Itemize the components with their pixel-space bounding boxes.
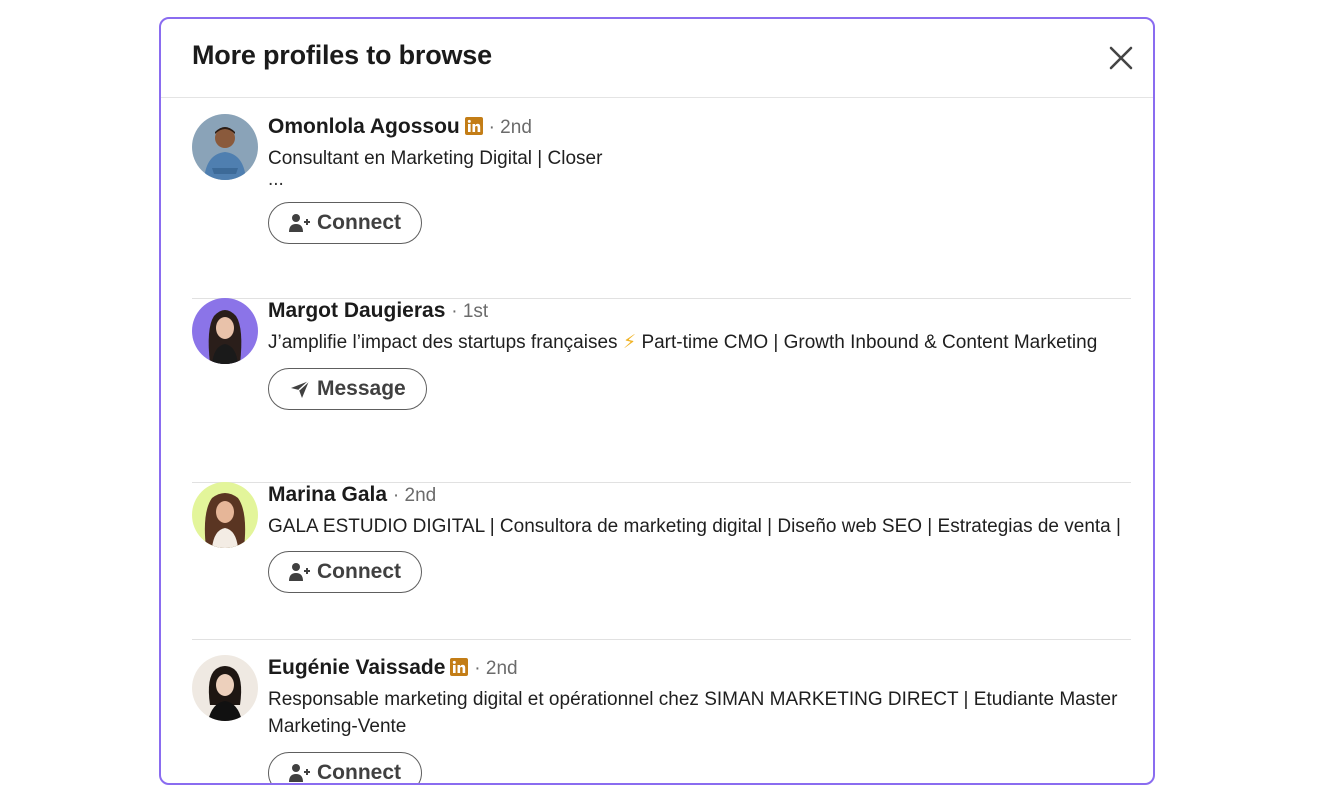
connect-label: Connect <box>317 761 401 784</box>
profile-headline: GALA ESTUDIO DIGITAL | Consultora de mar… <box>268 516 1121 537</box>
avatar[interactable] <box>192 482 258 548</box>
divider <box>192 639 1131 640</box>
avatar[interactable] <box>192 114 258 180</box>
profile-name[interactable]: Marina Gala <box>268 483 387 506</box>
profile-headline: Responsable marketing digital et opérati… <box>268 689 1118 737</box>
profile-name[interactable]: Margot Daugieras <box>268 299 445 322</box>
close-button[interactable] <box>1107 44 1135 72</box>
connect-button[interactable]: Connect <box>268 551 422 593</box>
headline-text: J’amplifie l’impact des startups françai… <box>268 332 618 353</box>
profile-name[interactable]: Eugénie Vaissade <box>268 656 445 679</box>
connect-button[interactable]: Connect <box>268 202 422 244</box>
profile-headline: J’amplifie l’impact des startups françai… <box>268 329 1131 356</box>
add-person-icon <box>289 764 310 782</box>
connection-degree: · 2nd <box>488 117 532 138</box>
add-person-icon <box>289 563 310 581</box>
profiles-modal: More profiles to browse Omonlola Agossou… <box>159 17 1155 785</box>
profile-name[interactable]: Omonlola Agossou <box>268 115 460 138</box>
connection-degree: · 1st <box>451 301 489 322</box>
linkedin-premium-icon <box>464 116 483 135</box>
connect-button[interactable]: Connect <box>268 752 422 784</box>
headline-text: Part-time CMO | Growth Inbound & Content… <box>641 332 1098 353</box>
message-label: Message <box>317 377 406 400</box>
message-button[interactable]: Message <box>268 368 427 410</box>
modal-title: More profiles to browse <box>192 40 492 70</box>
modal-header: More profiles to browse <box>161 19 1153 98</box>
connect-label: Connect <box>317 560 401 583</box>
linkedin-premium-icon <box>450 657 469 676</box>
connection-degree: · 2nd <box>474 658 518 679</box>
avatar[interactable] <box>192 655 258 721</box>
profile-headline: Consultant en Marketing Digital | Closer <box>268 148 603 169</box>
avatar[interactable] <box>192 298 258 364</box>
lightning-icon: ⚡ <box>622 332 637 353</box>
connection-degree: · 2nd <box>392 485 437 506</box>
connect-label: Connect <box>317 211 401 234</box>
send-icon <box>291 380 310 398</box>
add-person-icon <box>289 214 310 232</box>
close-icon <box>1109 46 1133 70</box>
more-ellipsis: ... <box>268 169 284 190</box>
